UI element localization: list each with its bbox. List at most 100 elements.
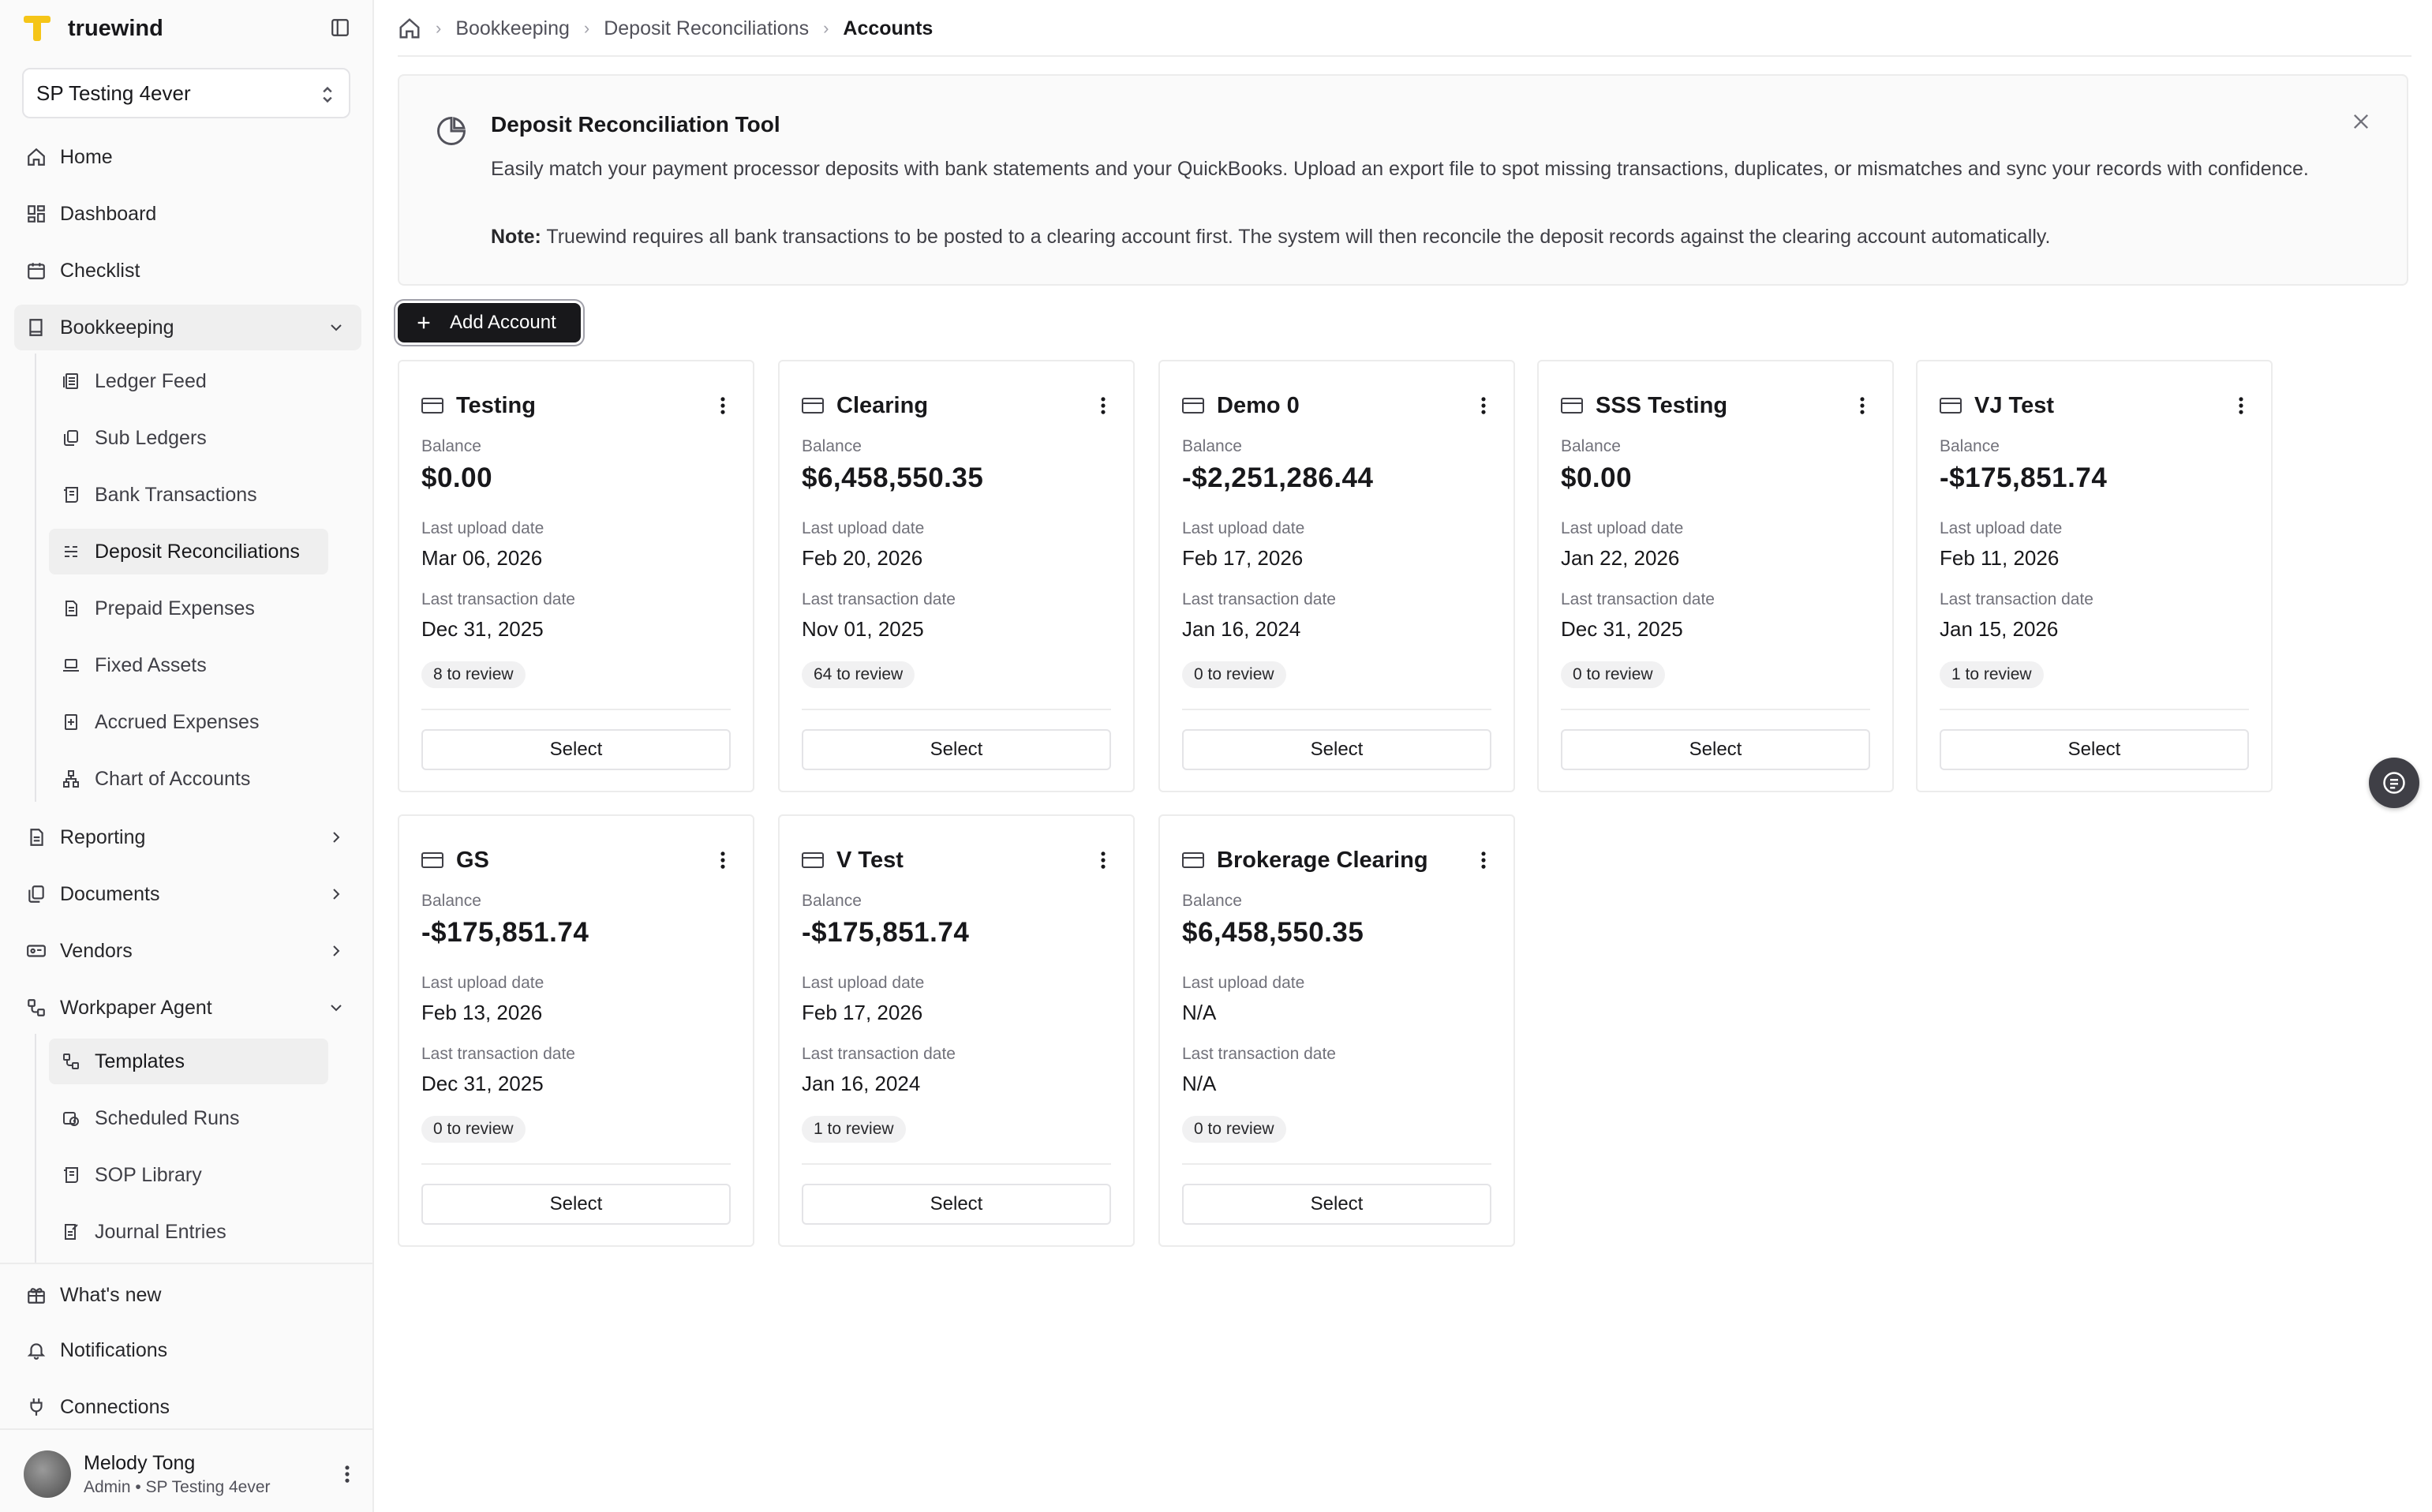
review-count-badge: 0 to review bbox=[1561, 661, 1665, 688]
select-button[interactable]: Select bbox=[1561, 729, 1870, 770]
sidebar-divider bbox=[0, 1263, 374, 1264]
sidebar-item-chart-of-accounts[interactable]: Chart of Accounts bbox=[49, 756, 328, 802]
more-vertical-icon[interactable] bbox=[717, 395, 729, 417]
review-count-badge: 1 to review bbox=[1940, 661, 2044, 688]
select-button[interactable]: Select bbox=[1940, 729, 2249, 770]
gift-icon bbox=[25, 1284, 47, 1306]
add-account-button[interactable]: Add Account bbox=[398, 303, 581, 342]
sidebar-item-notifications[interactable]: Notifications bbox=[14, 1327, 361, 1373]
deposit-reconciliations-icon bbox=[60, 541, 82, 563]
sidebar-divider bbox=[0, 1428, 374, 1430]
close-icon[interactable] bbox=[2350, 110, 2372, 133]
sidebar-item-checklist[interactable]: Checklist bbox=[14, 248, 361, 294]
sidebar-item-prepaid-expenses[interactable]: Prepaid Expenses bbox=[49, 586, 328, 631]
more-vertical-icon[interactable] bbox=[1477, 395, 1490, 417]
account-name: Brokerage Clearing bbox=[1217, 847, 1428, 873]
select-button[interactable]: Select bbox=[1182, 1184, 1491, 1225]
more-vertical-icon[interactable] bbox=[1097, 395, 1109, 417]
sidebar-item-templates[interactable]: Templates bbox=[49, 1039, 328, 1084]
account-card: VJ Test Balance -$175,851.74 Last upload… bbox=[1916, 360, 2273, 792]
sidebar-item-journal-entries[interactable]: Journal Entries bbox=[49, 1209, 328, 1255]
prepaid-expenses-icon bbox=[60, 597, 82, 619]
last-upload-value: Feb 17, 2026 bbox=[1182, 546, 1304, 570]
sidebar-item-whats-new[interactable]: What's new bbox=[14, 1272, 361, 1318]
last-upload-value: Feb 20, 2026 bbox=[802, 546, 923, 570]
fixed-assets-icon bbox=[60, 654, 82, 676]
sidebar-item-reporting[interactable]: Reporting bbox=[14, 814, 361, 860]
select-button[interactable]: Select bbox=[1182, 729, 1491, 770]
sidebar-item-label: Vendors bbox=[60, 939, 133, 962]
more-vertical-icon[interactable] bbox=[717, 849, 729, 871]
select-button[interactable]: Select bbox=[802, 729, 1111, 770]
vendors-icon bbox=[25, 940, 47, 962]
account-card: V Test Balance -$175,851.74 Last upload … bbox=[778, 814, 1135, 1247]
last-transaction-label: Last transaction date bbox=[1182, 590, 1336, 608]
account-name: V Test bbox=[836, 847, 904, 873]
more-vertical-icon[interactable] bbox=[2235, 395, 2247, 417]
more-vertical-icon[interactable] bbox=[1097, 849, 1109, 871]
balance-value: $0.00 bbox=[421, 462, 493, 493]
sidebar-item-sub-ledgers[interactable]: Sub Ledgers bbox=[49, 415, 328, 461]
workflow-icon bbox=[25, 997, 47, 1019]
home-icon bbox=[25, 146, 47, 168]
sidebar-item-accrued-expenses[interactable]: Accrued Expenses bbox=[49, 699, 328, 745]
sidebar-item-label: Connections bbox=[60, 1395, 170, 1418]
sidebar-item-home[interactable]: Home bbox=[14, 134, 361, 180]
sidebar-toggle-icon[interactable] bbox=[330, 17, 350, 38]
pie-chart-icon bbox=[437, 117, 466, 145]
more-vertical-icon[interactable] bbox=[339, 1463, 355, 1485]
card-divider bbox=[421, 1163, 731, 1165]
last-upload-label: Last upload date bbox=[1182, 519, 1305, 537]
select-button[interactable]: Select bbox=[421, 729, 731, 770]
header-divider bbox=[398, 55, 2411, 57]
accrued-expenses-icon bbox=[60, 711, 82, 733]
breadcrumb-bookkeeping[interactable]: Bookkeeping bbox=[455, 17, 570, 40]
journal-entries-icon bbox=[60, 1221, 82, 1243]
organization-select[interactable]: SP Testing 4ever bbox=[22, 68, 350, 118]
sidebar-item-deposit-reconciliations[interactable]: Deposit Reconciliations bbox=[49, 529, 328, 574]
user-profile[interactable]: Melody Tong Admin • SP Testing 4ever bbox=[24, 1449, 355, 1499]
select-button[interactable]: Select bbox=[421, 1184, 731, 1225]
sidebar: truewind SP Testing 4ever Home Dashboard… bbox=[0, 0, 374, 1512]
sidebar-item-label: Bank Transactions bbox=[95, 483, 257, 506]
assistant-fab-button[interactable] bbox=[2369, 758, 2419, 808]
sidebar-item-sop-library[interactable]: SOP Library bbox=[49, 1152, 328, 1198]
chevron-right-icon bbox=[333, 889, 340, 900]
user-role: Admin • SP Testing 4ever bbox=[84, 1477, 271, 1496]
last-upload-value: Mar 06, 2026 bbox=[421, 546, 543, 570]
review-count-badge: 1 to review bbox=[802, 1116, 906, 1143]
card-divider bbox=[1182, 709, 1491, 710]
account-name: Testing bbox=[456, 392, 536, 418]
sidebar-item-bookkeeping[interactable]: Bookkeeping bbox=[14, 305, 361, 350]
balance-value: $6,458,550.35 bbox=[802, 462, 984, 493]
last-transaction-label: Last transaction date bbox=[1561, 590, 1715, 608]
last-transaction-label: Last transaction date bbox=[421, 590, 575, 608]
home-icon[interactable] bbox=[398, 17, 421, 40]
main-content: › Bookkeeping › Deposit Reconciliations … bbox=[374, 0, 2432, 1512]
sidebar-item-connections[interactable]: Connections bbox=[14, 1384, 361, 1430]
plug-icon bbox=[25, 1396, 47, 1418]
balance-value: $6,458,550.35 bbox=[1182, 917, 1364, 948]
sidebar-item-dashboard[interactable]: Dashboard bbox=[14, 191, 361, 237]
sidebar-item-fixed-assets[interactable]: Fixed Assets bbox=[49, 642, 328, 688]
last-transaction-label: Last transaction date bbox=[1940, 590, 2093, 608]
credit-card-icon bbox=[1561, 398, 1583, 414]
last-upload-label: Last upload date bbox=[802, 974, 925, 992]
breadcrumb-deposit-reconciliations[interactable]: Deposit Reconciliations bbox=[604, 17, 809, 40]
account-card: SSS Testing Balance $0.00 Last upload da… bbox=[1537, 360, 1894, 792]
sidebar-item-documents[interactable]: Documents bbox=[14, 871, 361, 917]
brand[interactable]: truewind bbox=[24, 13, 163, 44]
sop-library-icon bbox=[60, 1164, 82, 1186]
sidebar-item-bank-transactions[interactable]: Bank Transactions bbox=[49, 472, 328, 518]
card-divider bbox=[1561, 709, 1870, 710]
sidebar-item-vendors[interactable]: Vendors bbox=[14, 928, 361, 974]
sidebar-item-label: Ledger Feed bbox=[95, 369, 207, 392]
sidebar-item-workpaper-agent[interactable]: Workpaper Agent bbox=[14, 985, 361, 1031]
sidebar-item-ledger-feed[interactable]: Ledger Feed bbox=[49, 358, 328, 404]
more-vertical-icon[interactable] bbox=[1477, 849, 1490, 871]
sidebar-item-scheduled-runs[interactable]: Scheduled Runs bbox=[49, 1095, 328, 1141]
more-vertical-icon[interactable] bbox=[1856, 395, 1869, 417]
select-button[interactable]: Select bbox=[802, 1184, 1111, 1225]
add-account-label: Add Account bbox=[450, 312, 556, 333]
user-name: Melody Tong bbox=[84, 1451, 196, 1474]
